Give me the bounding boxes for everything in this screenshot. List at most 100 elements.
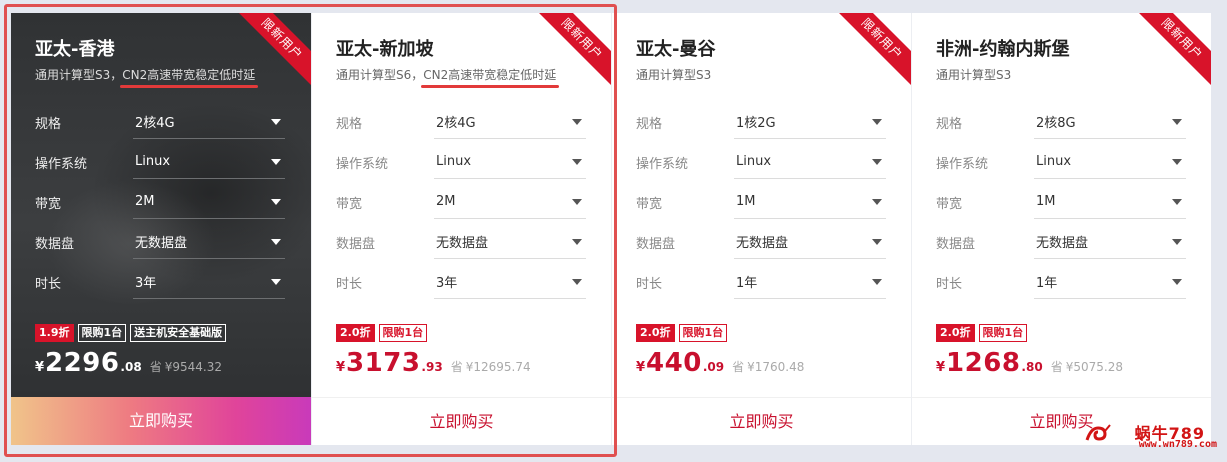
price-integer: 3173	[346, 348, 421, 378]
badge-list: 2.0折 限购1台	[936, 324, 1187, 342]
select-value: 1核2G	[736, 116, 776, 131]
limit-badge: 限购1台	[678, 324, 728, 342]
spec-label: 时长	[636, 276, 663, 292]
select-value: 1年	[736, 276, 758, 291]
product-card-johannesburg: 限新用户 非洲-约翰内斯堡 通用计算型S3 规格 2核8G 操作系统 Linux 带…	[911, 13, 1211, 445]
select-value: Linux	[736, 154, 772, 169]
spec-row-disk: 数据盘 无数据盘	[336, 222, 587, 262]
card-title: 非洲-约翰内斯堡	[936, 39, 1070, 60]
select-value: 无数据盘	[135, 236, 188, 251]
savings-amount: ¥1760.48	[747, 360, 805, 374]
size-select[interactable]: 2核4G	[434, 105, 586, 139]
savings-text: 省 ¥9544.32	[150, 358, 222, 375]
select-value: Linux	[135, 154, 171, 169]
chevron-down-icon	[1172, 118, 1182, 125]
bandwidth-select[interactable]: 2M	[133, 185, 285, 219]
select-value: 2M	[436, 194, 456, 209]
product-card-hongkong: 限新用户 亚太-香港 通用计算型S3，CN2高速带宽稳定低时延 规格 2核4G 操…	[11, 13, 311, 445]
subtitle-highlight: CN2高速带宽稳定低时延	[122, 68, 256, 82]
spec-label: 数据盘	[636, 236, 676, 252]
spec-row-os: 操作系统 Linux	[336, 142, 587, 182]
disk-select[interactable]: 无数据盘	[133, 225, 285, 259]
badge-list: 2.0折 限购1台	[636, 324, 887, 342]
spec-row-bandwidth: 带宽 2M	[336, 182, 587, 222]
price: ¥440.09 省 ¥1760.48	[636, 348, 887, 380]
os-select[interactable]: Linux	[133, 145, 285, 179]
duration-select[interactable]: 3年	[133, 265, 285, 299]
chevron-down-icon	[572, 158, 582, 165]
subtitle-text: 通用计算型S3	[936, 68, 1012, 82]
spec-row-disk: 数据盘 无数据盘	[936, 222, 1187, 262]
card-subtitle: 通用计算型S6，CN2高速带宽稳定低时延	[336, 67, 587, 83]
select-value: Linux	[436, 154, 472, 169]
os-select[interactable]: Linux	[1034, 145, 1186, 179]
price-integer: 440	[646, 348, 702, 378]
spec-label: 数据盘	[336, 236, 376, 252]
select-value: 1年	[1036, 276, 1058, 291]
discount-badge: 2.0折	[336, 324, 375, 342]
chevron-down-icon	[872, 238, 882, 245]
card-subtitle: 通用计算型S3，CN2高速带宽稳定低时延	[35, 67, 287, 83]
size-select[interactable]: 2核4G	[133, 105, 285, 139]
spec-row-bandwidth: 带宽 1M	[936, 182, 1187, 222]
badge-list: 1.9折 限购1台 送主机安全基础版	[35, 324, 287, 342]
spec-label: 时长	[936, 276, 963, 292]
product-card-bangkok: 限新用户 亚太-曼谷 通用计算型S3 规格 1核2G 操作系统 Linux 带宽 1M…	[611, 13, 911, 445]
disk-select[interactable]: 无数据盘	[734, 225, 886, 259]
disk-select[interactable]: 无数据盘	[434, 225, 586, 259]
savings-amount: ¥12695.74	[465, 360, 531, 374]
spec-row-size: 规格 1核2G	[636, 102, 887, 142]
select-value: 3年	[135, 276, 157, 291]
size-select[interactable]: 2核8G	[1034, 105, 1186, 139]
duration-select[interactable]: 1年	[1034, 265, 1186, 299]
disk-select[interactable]: 无数据盘	[1034, 225, 1186, 259]
bandwidth-select[interactable]: 1M	[1034, 185, 1186, 219]
card-subtitle: 通用计算型S3	[936, 67, 1187, 83]
savings-amount: ¥9544.32	[164, 360, 222, 374]
chevron-down-icon	[271, 118, 281, 125]
chevron-down-icon	[271, 198, 281, 205]
chevron-down-icon	[1172, 198, 1182, 205]
os-select[interactable]: Linux	[434, 145, 586, 179]
card-title: 亚太-新加坡	[336, 39, 434, 60]
price: ¥3173.93 省 ¥12695.74	[336, 348, 587, 380]
select-value: 2核8G	[1036, 116, 1076, 131]
snail-logo-icon	[1085, 424, 1111, 441]
chevron-down-icon	[872, 118, 882, 125]
spec-label: 带宽	[35, 196, 62, 212]
spec-label: 操作系统	[636, 156, 689, 172]
size-select[interactable]: 1核2G	[734, 105, 886, 139]
select-value: 2M	[135, 194, 155, 209]
bandwidth-select[interactable]: 2M	[434, 185, 586, 219]
chevron-down-icon	[572, 238, 582, 245]
duration-select[interactable]: 1年	[734, 265, 886, 299]
chevron-down-icon	[1172, 278, 1182, 285]
buy-button[interactable]: 立即购买	[11, 397, 311, 445]
spec-label: 规格	[636, 116, 663, 132]
discount-badge: 2.0折	[936, 324, 975, 342]
bandwidth-select[interactable]: 1M	[734, 185, 886, 219]
limit-badge: 限购1台	[77, 324, 127, 342]
spec-row-duration: 时长 1年	[636, 262, 887, 302]
buy-button[interactable]: 立即购买	[612, 397, 911, 445]
savings-prefix: 省	[732, 360, 745, 374]
spec-label: 操作系统	[35, 156, 88, 172]
spec-row-disk: 数据盘 无数据盘	[35, 222, 287, 262]
product-cards: 限新用户 亚太-香港 通用计算型S3，CN2高速带宽稳定低时延 规格 2核4G 操…	[11, 13, 1211, 445]
spec-label: 操作系统	[336, 156, 389, 172]
select-value: Linux	[1036, 154, 1072, 169]
buy-button[interactable]: 立即购买	[312, 397, 611, 445]
spec-label: 时长	[336, 276, 363, 292]
currency-symbol: ¥	[35, 360, 45, 375]
os-select[interactable]: Linux	[734, 145, 886, 179]
spec-label: 数据盘	[936, 236, 976, 252]
price-decimal: .09	[702, 360, 725, 374]
select-value: 无数据盘	[1036, 236, 1089, 251]
spec-row-size: 规格 2核4G	[336, 102, 587, 142]
savings-text: 省 ¥5075.28	[1051, 358, 1123, 375]
chevron-down-icon	[872, 278, 882, 285]
badge-list: 2.0折 限购1台	[336, 324, 587, 342]
discount-badge: 1.9折	[35, 324, 74, 342]
duration-select[interactable]: 3年	[434, 265, 586, 299]
select-value: 2核4G	[436, 116, 476, 131]
